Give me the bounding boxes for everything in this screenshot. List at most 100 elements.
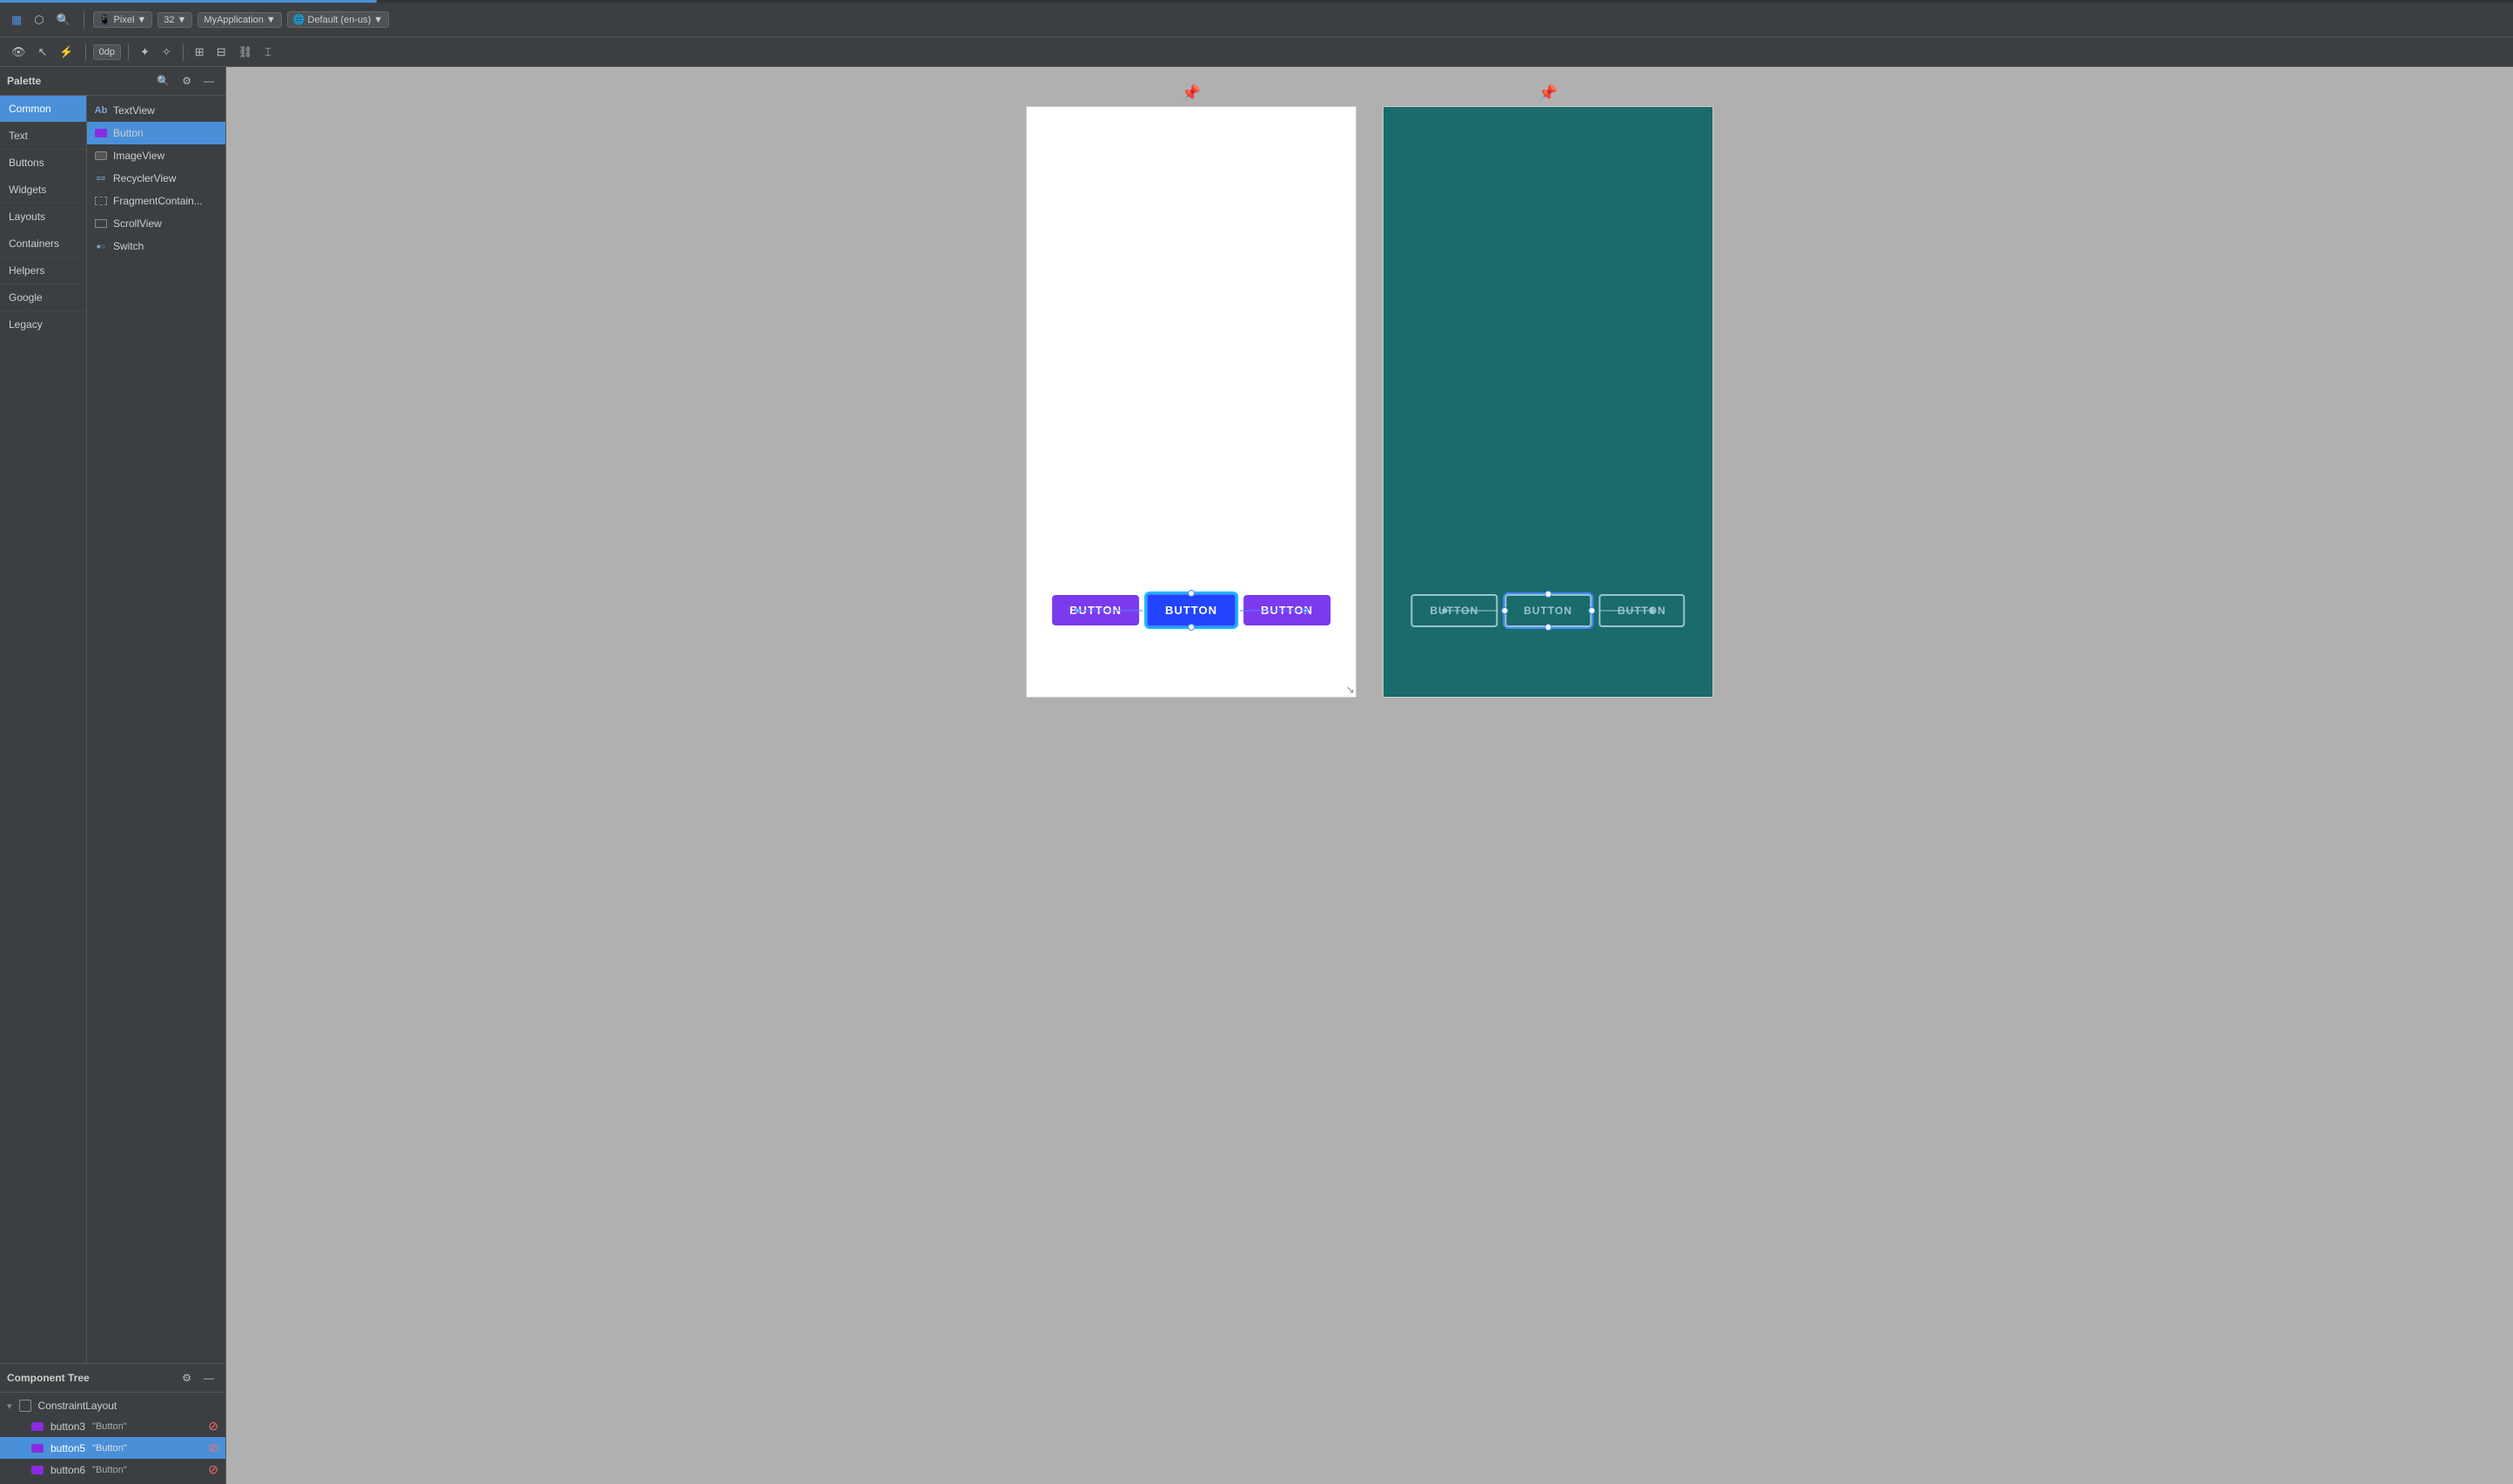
button5-icon (31, 1444, 44, 1453)
switch-icon: ●○ (94, 239, 108, 253)
palette-items-list: Ab TextView Button ImageView ≡≡ Recycler… (87, 96, 225, 1484)
dark-handle-right[interactable] (1588, 607, 1595, 614)
app-chevron: ▼ (266, 15, 276, 25)
tree-body: ▾ ConstraintLayout button3 "Button" ⊘ bu… (0, 1393, 225, 1484)
palette-categories: Common Text Buttons Widgets Layouts Cont… (0, 96, 87, 1484)
palette-item-recyclerview[interactable]: ≡≡ RecyclerView (87, 167, 225, 190)
light-phone-container: 📌 BUTTON BUTTON (1026, 84, 1357, 698)
palette-settings-button[interactable]: ⚙ (178, 72, 196, 90)
palette-minimize-button[interactable]: — (199, 72, 218, 90)
constraint-line-right (1240, 610, 1306, 611)
button3-tag: "Button" (92, 1421, 127, 1432)
tree-item-constraintlayout[interactable]: ▾ ConstraintLayout (0, 1396, 225, 1415)
sidebar-item-containers[interactable]: Containers (0, 231, 86, 257)
sidebar-item-common[interactable]: Common (0, 96, 86, 123)
button6-tag: "Button" (92, 1465, 127, 1475)
locale-chevron: ▼ (373, 15, 383, 25)
toolbar-separator-3 (128, 43, 129, 61)
api-chevron: ▼ (178, 15, 187, 25)
app-dropdown[interactable]: MyApplication ▼ (198, 12, 281, 28)
tree-item-button3[interactable]: button3 "Button" ⊘ (0, 1415, 225, 1437)
palette-item-fragmentcontainer[interactable]: FragmentContain... (87, 190, 225, 212)
palette-search-button[interactable]: 🔍 (152, 72, 174, 90)
scrollview-icon (94, 217, 108, 231)
textview-label: TextView (113, 104, 155, 117)
view-toggle-button[interactable]: ▦ (7, 10, 26, 30)
align-left-button[interactable]: ⊞ (191, 43, 209, 62)
device-dropdown[interactable]: 📱 Pixel ▼ (93, 11, 152, 28)
wand-button[interactable]: ✦ (136, 43, 154, 62)
dark-constraint-right (1598, 611, 1652, 612)
canvas-button-2-selected[interactable]: BUTTON (1146, 593, 1236, 627)
fragmentcontainer-label: FragmentContain... (113, 195, 203, 207)
handle-bottom[interactable] (1188, 624, 1195, 631)
button5-error-icon: ⊘ (208, 1441, 218, 1455)
dark-dot-right (1649, 608, 1654, 613)
imageview-icon (94, 149, 108, 163)
magnet-button[interactable]: ⚡ (55, 43, 77, 62)
button-icon (94, 126, 108, 140)
locale-dropdown[interactable]: 🌐 Default (en-us) ▼ (287, 11, 389, 28)
light-buttons-row: BUTTON BUTTON B (1052, 593, 1330, 627)
palette-item-button[interactable]: Button (87, 122, 225, 144)
palette-item-switch[interactable]: ●○ Switch (87, 235, 225, 257)
tree-item-button5[interactable]: button5 "Button" ⊘ (0, 1437, 225, 1459)
palette-item-scrollview[interactable]: ScrollView (87, 212, 225, 235)
palette-item-imageview[interactable]: ImageView (87, 144, 225, 167)
component-tree-panel: Component Tree ⚙ — ▾ ConstraintLayout bu… (0, 1363, 226, 1484)
locale-label: Default (en-us) (308, 15, 372, 25)
api-dropdown[interactable]: 32 ▼ (157, 12, 192, 28)
chain-button[interactable]: ⛓ (234, 43, 258, 62)
dark-handle-left[interactable] (1501, 607, 1508, 614)
fragmentcontainer-icon (94, 194, 108, 208)
sidebar-item-buttons[interactable]: Buttons (0, 150, 86, 177)
dark-constraint-left (1444, 611, 1498, 612)
scrollview-label: ScrollView (113, 217, 162, 230)
sidebar-item-layouts[interactable]: Layouts (0, 204, 86, 231)
constraint-line-left (1076, 610, 1143, 611)
cursor-button[interactable]: ↖ (34, 43, 52, 62)
handle-top[interactable] (1188, 590, 1195, 597)
tree-item-button6[interactable]: button6 "Button" ⊘ (0, 1459, 225, 1481)
canvas-area[interactable]: 📌 BUTTON BUTTON (226, 67, 2513, 1484)
button5-label: button5 (50, 1442, 85, 1454)
device-label: Pixel (114, 15, 135, 25)
dark-phone-container: 📌 BUTTON BUTTON (1383, 84, 1713, 698)
palette-panel: Palette 🔍 ⚙ — Common Text Buttons Widget… (0, 67, 226, 1484)
baseline-button[interactable]: ⌶ (260, 43, 276, 62)
palette-item-textview[interactable]: Ab TextView (87, 99, 225, 122)
sidebar-item-text[interactable]: Text (0, 123, 86, 150)
palette-body: Common Text Buttons Widgets Layouts Cont… (0, 96, 225, 1484)
tree-minimize-button[interactable]: — (199, 1369, 218, 1387)
button6-label: button6 (50, 1464, 85, 1476)
sidebar-item-google[interactable]: Google (0, 284, 86, 311)
selected-button-wrapper: BUTTON (1146, 593, 1236, 627)
dark-handle-top[interactable] (1545, 591, 1551, 598)
button-label: Button (113, 127, 144, 139)
palette-header: Palette 🔍 ⚙ — (0, 67, 225, 96)
dark-canvas-button-2-selected[interactable]: BUTTON (1504, 594, 1592, 627)
button3-label: button3 (50, 1420, 85, 1433)
toolbar-separator-4 (183, 43, 184, 61)
select-toggle-button[interactable]: ⬡ (30, 10, 48, 30)
magic-button[interactable]: ✧ (157, 43, 176, 62)
align-right-button[interactable]: ⊟ (212, 43, 231, 62)
dark-selected-button-wrapper: BUTTON (1504, 594, 1592, 627)
sidebar-item-legacy[interactable]: Legacy (0, 311, 86, 338)
constraintlayout-icon (19, 1400, 31, 1412)
sidebar-item-helpers[interactable]: Helpers (0, 257, 86, 284)
textview-icon: Ab (94, 104, 108, 117)
dark-dot-left (1442, 608, 1447, 613)
dp-input[interactable]: 0dp (93, 44, 121, 60)
device-chevron: ▼ (137, 15, 146, 25)
eye-button[interactable]: 👁 (7, 43, 30, 62)
sidebar-item-widgets[interactable]: Widgets (0, 177, 86, 204)
switch-label: Switch (113, 240, 144, 252)
tree-settings-button[interactable]: ⚙ (178, 1369, 196, 1387)
dark-buttons-row: BUTTON BUTTON (1411, 594, 1685, 627)
pan-button[interactable]: 🔍 (52, 10, 75, 30)
tree-header-icons: ⚙ — (178, 1369, 218, 1387)
main-layout: Palette 🔍 ⚙ — Common Text Buttons Widget… (0, 67, 2513, 1484)
dark-handle-bottom[interactable] (1545, 624, 1551, 631)
resize-handle[interactable]: ↗ (1344, 685, 1357, 694)
